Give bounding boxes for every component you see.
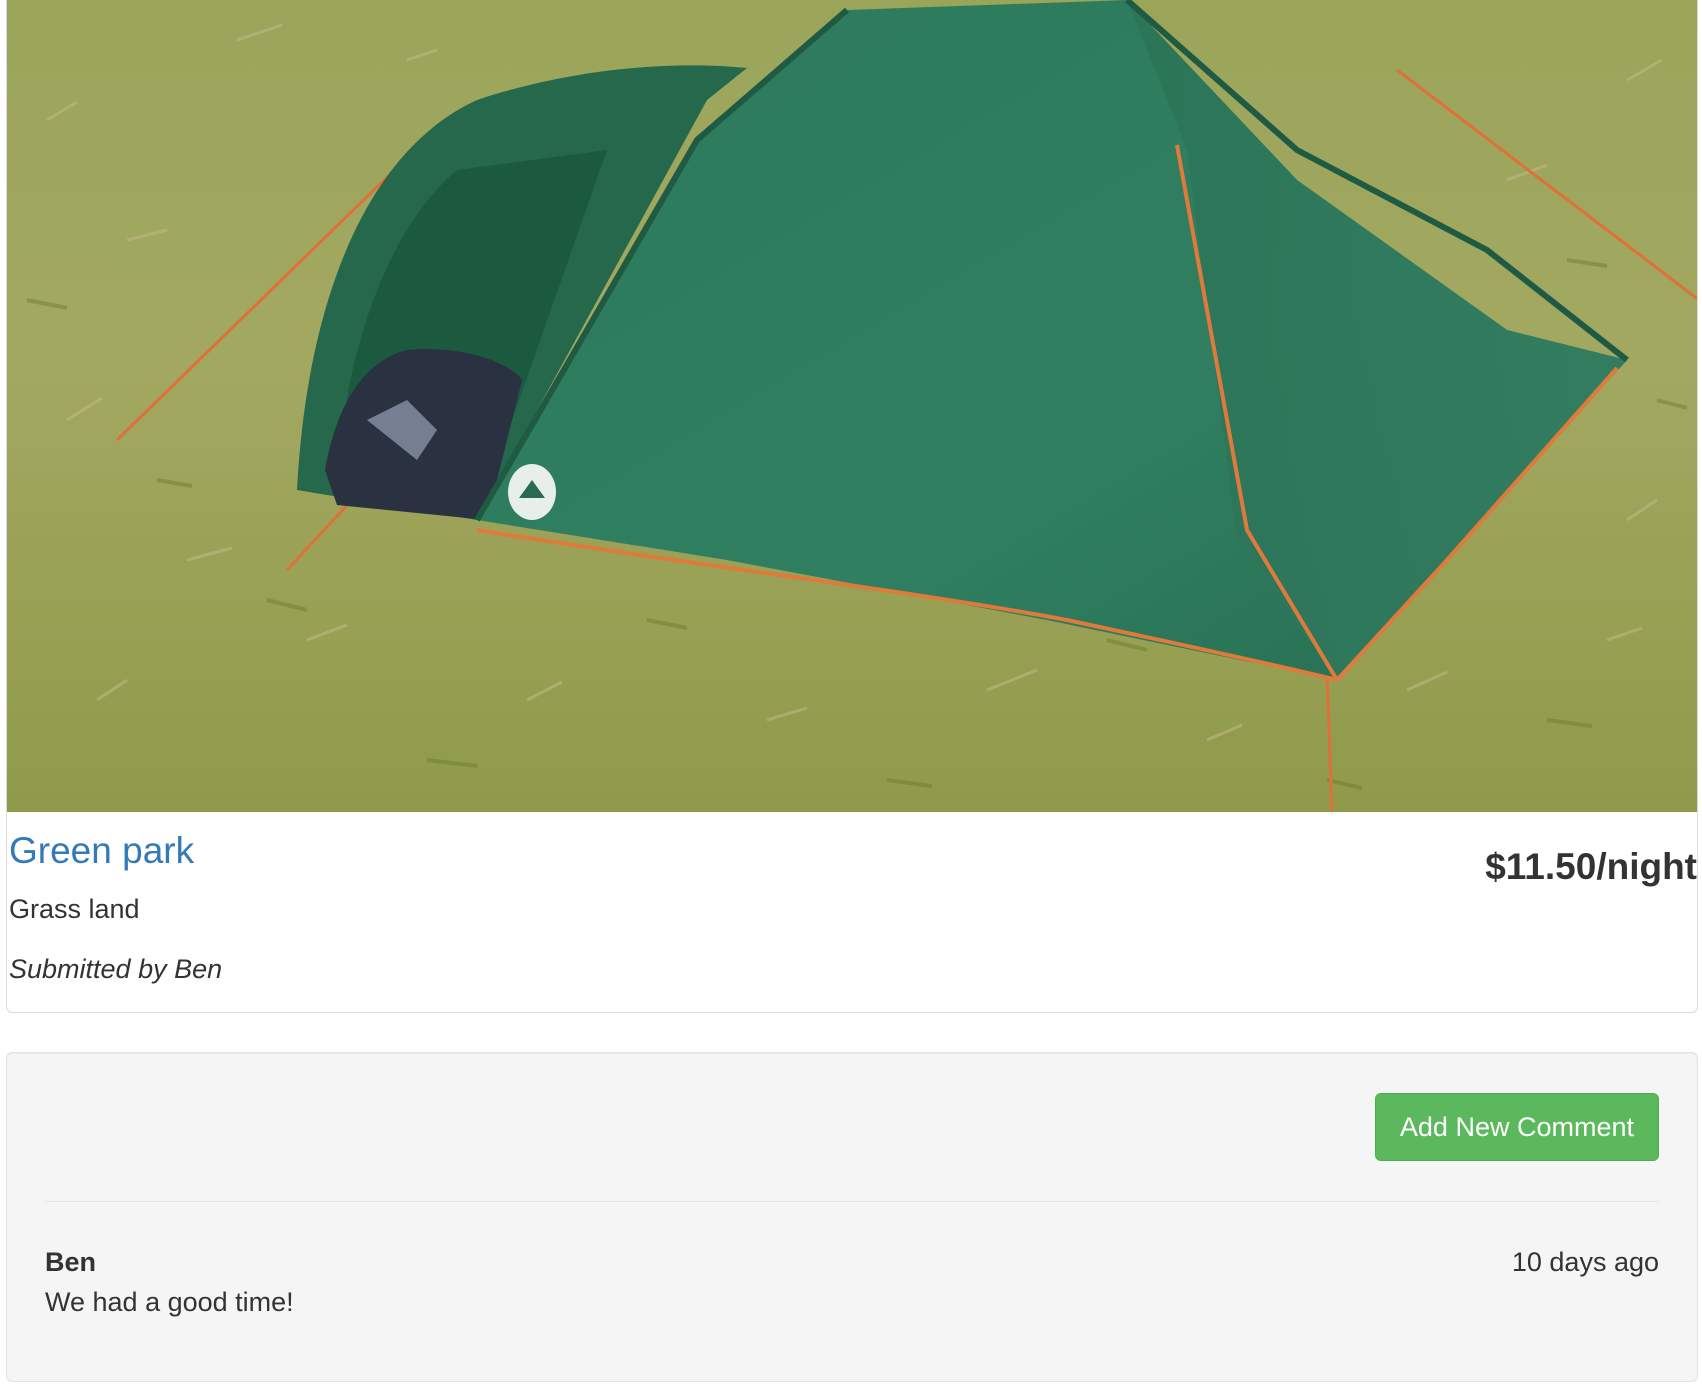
campground-card: $11.50/night Green park Grass land Submi… [6,0,1698,1013]
campground-caption: $11.50/night Green park Grass land Submi… [7,812,1697,1012]
comments-well: Add New Comment Ben 10 days ago We had a… [6,1052,1698,1382]
comment-item: Ben 10 days ago We had a good time! [45,1249,1659,1329]
price-label: $11.50/night [1485,846,1697,887]
comment-timestamp: 10 days ago [1511,1247,1659,1277]
add-new-comment-button[interactable]: Add New Comment [1374,1093,1659,1161]
campground-photo [7,0,1697,812]
campground-title-link[interactable]: Green park [9,832,194,869]
submitted-by-text: Submitted by Ben [9,954,223,984]
comments-divider [45,1201,1659,1202]
campground-show-page: $11.50/night Green park Grass land Submi… [0,0,1702,1384]
comment-text: We had a good time! [45,1287,294,1317]
campground-description: Grass land [9,894,140,924]
comment-author: Ben [45,1247,97,1277]
